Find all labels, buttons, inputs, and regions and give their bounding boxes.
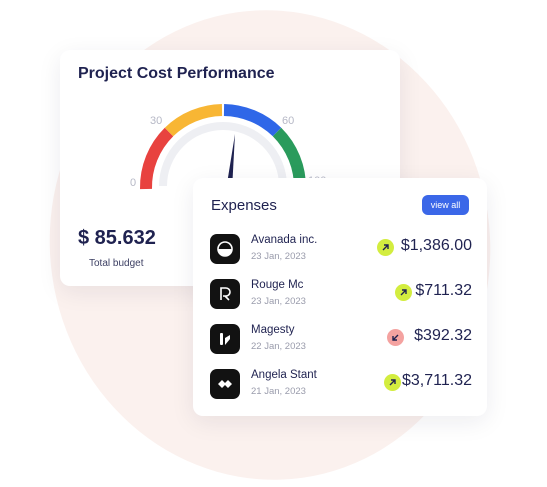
angela-logo-icon [210,369,240,399]
rouge-logo-icon [210,279,240,309]
total-budget-value: $ 85.632 [78,227,156,249]
expense-row[interactable]: Angela Stant 21 Jan, 2023 $3,711.32 [210,367,472,403]
avanada-logo-icon [210,234,240,264]
trend-up-icon [377,239,394,256]
total-budget-label: Total budget [89,258,144,269]
expense-row[interactable]: Magesty 22 Jan, 2023 $392.32 [210,322,472,358]
expense-date: 23 Jan, 2023 [251,296,306,307]
expense-row[interactable]: Rouge Mc 23 Jan, 2023 $711.32 [210,277,472,313]
expenses-title: Expenses [211,197,277,214]
trend-up-icon [395,284,412,301]
trend-down-icon [387,329,404,346]
gauge-track [159,122,287,187]
expense-name: Avanada inc. [251,234,318,246]
expenses-card: Expenses view all Avanada inc. 23 Jan, 2… [193,178,487,416]
gauge-label-30: 30 [150,115,162,127]
expense-name: Angela Stant [251,369,317,381]
expense-date: 23 Jan, 2023 [251,251,306,262]
expense-amount: $3,711.32 [402,372,472,389]
gauge-label-0: 0 [130,177,136,189]
expense-row[interactable]: Avanada inc. 23 Jan, 2023 $1,386.00 [210,232,472,268]
expense-amount: $1,386.00 [400,237,472,254]
magesty-logo-icon [210,324,240,354]
view-all-button[interactable]: view all [422,195,469,215]
expense-name: Rouge Mc [251,279,304,291]
expense-date: 22 Jan, 2023 [251,341,306,352]
expense-date: 21 Jan, 2023 [251,386,306,397]
expense-amount: $392.32 [414,327,472,344]
gauge-label-60: 60 [282,115,294,127]
trend-up-icon [384,374,401,391]
expense-name: Magesty [251,324,295,336]
expense-amount: $711.32 [415,282,472,299]
